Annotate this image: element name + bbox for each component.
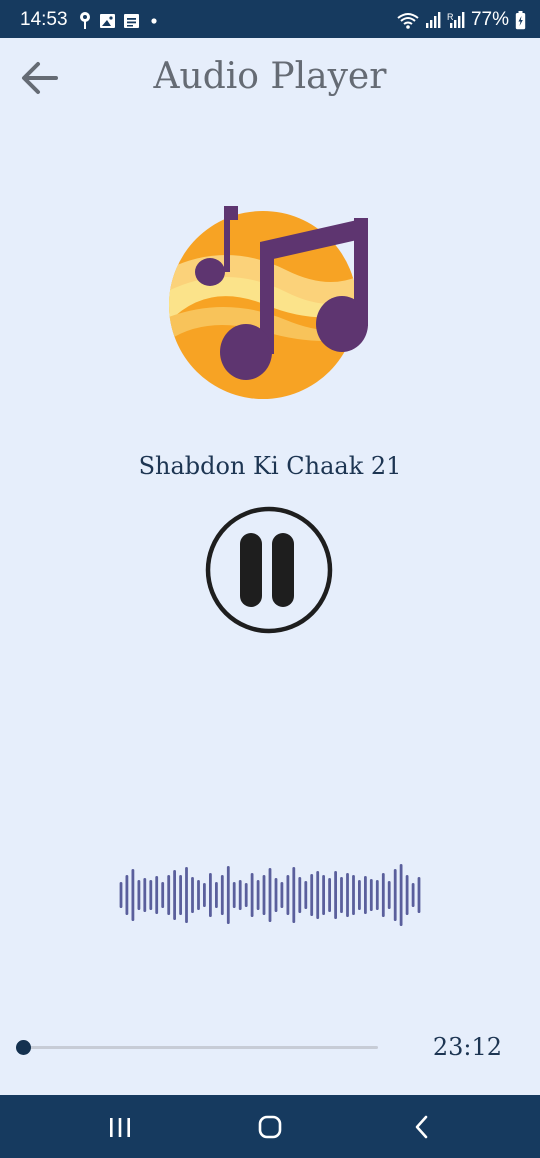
waveform-bar (286, 875, 290, 915)
duration-text: 23:12 (432, 1033, 502, 1061)
status-time: 14:53 (20, 9, 68, 30)
waveform-bar (399, 864, 403, 926)
waveform-bar (119, 882, 123, 908)
waveform-bar (179, 875, 182, 915)
waveform-bar (328, 878, 331, 912)
waveform-bar (411, 883, 415, 907)
recents-button[interactable] (100, 1109, 140, 1145)
waveform-bar (262, 875, 266, 915)
music-note-icon (169, 206, 368, 399)
progress-track[interactable] (22, 1046, 378, 1049)
waveform-bar (220, 875, 224, 915)
waveform-bar (346, 873, 349, 917)
waveform-bar (298, 877, 302, 913)
waveform-bar (203, 883, 206, 907)
waveform-bar (167, 875, 171, 915)
waveform-bar (340, 877, 343, 913)
waveform-bar (197, 880, 200, 910)
waveform-bar (161, 882, 165, 908)
battery-icon (515, 10, 526, 29)
waveform-bar (232, 882, 236, 908)
page-title: Audio Player (153, 56, 387, 97)
svg-text:R: R (447, 12, 454, 22)
waveform-bar (316, 871, 320, 919)
waveform-bar (334, 871, 337, 919)
waveform-bar (322, 875, 325, 915)
waveform-bar (155, 876, 159, 914)
waveform-bar (256, 880, 260, 910)
track-title: Shabdon Ki Chaak 21 (138, 452, 402, 480)
nav-back-button[interactable] (402, 1109, 442, 1145)
audio-waveform (118, 860, 422, 930)
dot-icon (151, 18, 157, 24)
waveform-bar (393, 869, 397, 921)
home-icon (258, 1115, 282, 1139)
home-button[interactable] (250, 1109, 290, 1145)
waveform-bar (387, 881, 391, 909)
waveform-bar (375, 880, 379, 910)
waveform-bar (280, 882, 284, 908)
pause-button[interactable] (204, 505, 334, 635)
waveform-bar (185, 867, 188, 923)
waveform-bar (292, 867, 296, 923)
waveform-bar (125, 875, 129, 915)
recents-icon (110, 1118, 130, 1137)
waveform-bar (238, 880, 242, 910)
waveform-bar (250, 873, 254, 917)
waveform-bar (369, 879, 373, 911)
waveform-bar (358, 880, 361, 910)
waveform-bar (310, 874, 314, 916)
waveform-bar (143, 878, 147, 912)
back-icon (415, 1115, 428, 1139)
waveform-bar (381, 873, 385, 917)
waveform-bar (131, 869, 135, 921)
waveform-bar (209, 873, 212, 917)
waveform-bar (352, 875, 355, 915)
waveform-bar (268, 868, 272, 922)
waveform-bar (226, 866, 230, 924)
waveform-bar (417, 877, 421, 913)
status-bar: 14:53 R 77% (0, 0, 540, 38)
location-pin-icon (80, 12, 90, 29)
waveform-bar (244, 883, 248, 907)
signal-icon (425, 12, 441, 28)
wifi-icon (397, 13, 419, 29)
waveform-bar (215, 882, 218, 908)
album-art (166, 200, 376, 410)
status-right-icons: R 77% (397, 9, 526, 31)
signal-r-icon: R (447, 12, 465, 28)
waveform-bar (405, 875, 409, 915)
waveform-bar (304, 881, 308, 909)
waveform-bar (137, 880, 141, 910)
waveform-bar (364, 876, 367, 914)
progress-thumb[interactable] (16, 1040, 31, 1055)
waveform-bar (173, 870, 176, 920)
pause-icon (205, 506, 333, 634)
waveform-bar (149, 880, 153, 910)
status-left-icons (78, 11, 168, 31)
app-bar: Audio Player (0, 38, 540, 118)
battery-percent: 77% (470, 9, 509, 30)
system-nav-bar (0, 1095, 540, 1158)
image-icon (100, 14, 115, 28)
waveform-bar (191, 877, 194, 913)
notes-icon (124, 14, 139, 28)
waveform-bar (274, 878, 278, 912)
